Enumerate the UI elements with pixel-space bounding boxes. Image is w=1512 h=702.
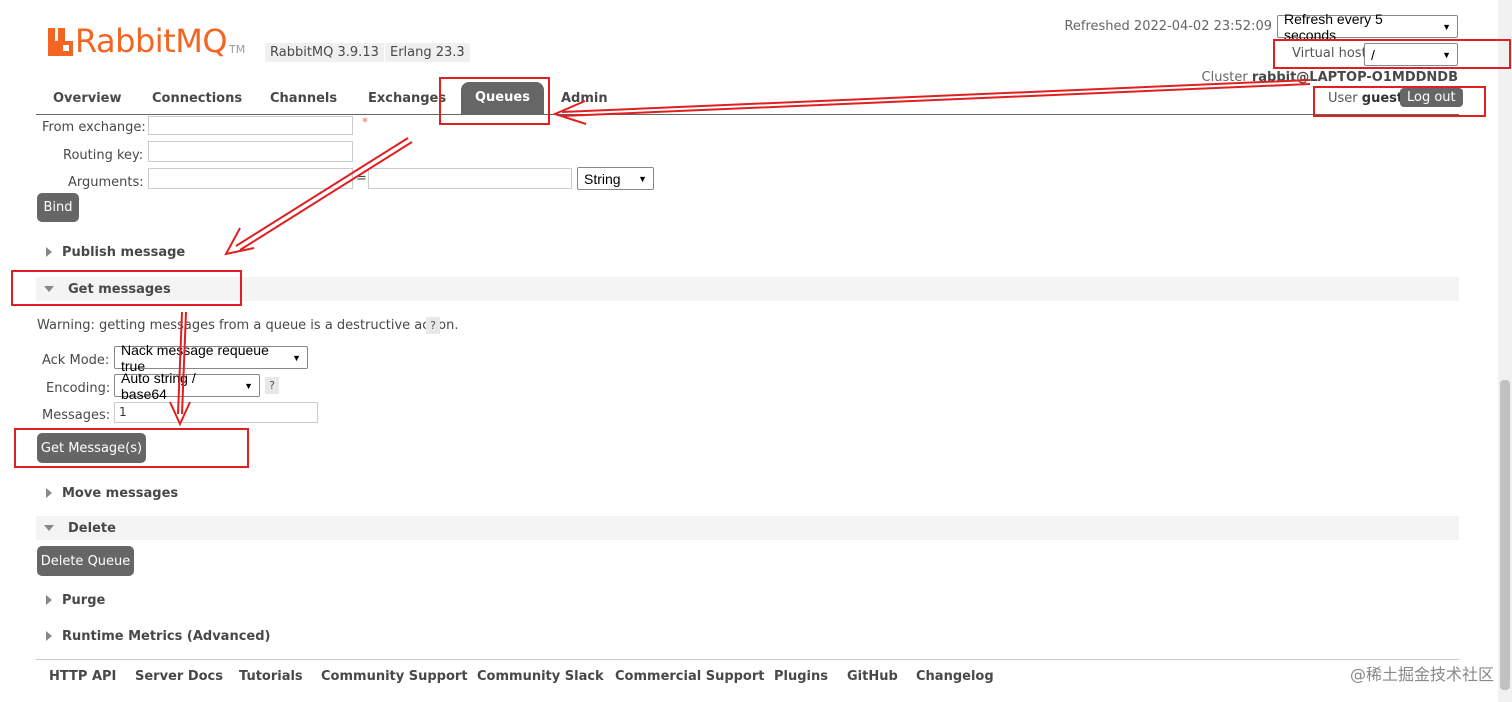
from-exchange-label: From exchange: (42, 120, 146, 135)
section-runtime-metrics[interactable]: Runtime Metrics (Advanced) (36, 624, 1459, 648)
footer-link-plugins[interactable]: Plugins (774, 669, 828, 684)
annotation-box-queues-tab (439, 77, 550, 125)
destructive-warning: Warning: getting messages from a queue i… (37, 318, 459, 333)
chevron-down-icon: ▼ (638, 173, 647, 184)
annotation-box-get-messages (11, 270, 242, 306)
tab-connections[interactable]: Connections (152, 91, 242, 106)
tab-exchanges[interactable]: Exchanges (368, 91, 446, 106)
section-delete[interactable]: Delete (36, 516, 1459, 540)
footer-link-github[interactable]: GitHub (847, 669, 898, 684)
section-publish-message[interactable]: Publish message (36, 240, 1459, 264)
warning-help-icon[interactable]: ? (426, 317, 440, 334)
messages-count-label: Messages: (42, 408, 111, 423)
section-get-messages[interactable]: Get messages (36, 277, 1459, 301)
footer-link-changelog[interactable]: Changelog (916, 669, 994, 684)
section-runtime-metrics-title: Runtime Metrics (Advanced) (62, 628, 271, 644)
scrollbar-thumb[interactable] (1500, 380, 1510, 690)
routing-key-input[interactable] (148, 141, 353, 162)
rabbit-logo-icon (48, 28, 73, 56)
bind-button[interactable]: Bind (37, 193, 79, 222)
chevron-down-icon: ▼ (292, 352, 301, 363)
expand-arrow-icon (46, 595, 52, 605)
rabbitmq-logo[interactable]: RabbitMQ TM (48, 22, 246, 60)
arguments-label: Arguments: (68, 175, 144, 190)
argument-value-input[interactable] (368, 168, 572, 189)
argument-type-select[interactable]: String ▼ (577, 167, 654, 190)
tab-channels[interactable]: Channels (270, 91, 337, 106)
footer-links: HTTP API Server Docs Tutorials Community… (36, 659, 1459, 689)
annotation-box-user (1313, 86, 1486, 117)
expand-arrow-icon (46, 247, 52, 257)
messages-count-input[interactable]: 1 (114, 402, 318, 423)
encoding-label: Encoding: (46, 381, 111, 396)
footer-link-community-slack[interactable]: Community Slack (477, 669, 604, 684)
footer-link-http-api[interactable]: HTTP API (49, 669, 116, 684)
chevron-down-icon: ▼ (244, 380, 253, 391)
required-marker: * (362, 115, 368, 129)
collapse-arrow-icon (44, 525, 54, 531)
argument-key-input[interactable] (148, 168, 353, 189)
expand-arrow-icon (46, 488, 52, 498)
tab-admin[interactable]: Admin (561, 91, 608, 106)
delete-queue-button[interactable]: Delete Queue (37, 546, 134, 576)
section-delete-title: Delete (68, 520, 116, 536)
argument-type-value: String (584, 170, 621, 187)
routing-key-label: Routing key: (63, 148, 144, 163)
equals-sign: = (356, 171, 367, 186)
encoding-value: Auto string / base64 (121, 369, 196, 402)
annotation-box-get-button (14, 428, 249, 468)
section-move-messages[interactable]: Move messages (36, 481, 1459, 505)
rabbitmq-version-badge: RabbitMQ 3.9.13 (265, 43, 384, 62)
ack-mode-select[interactable]: Nack message requeue true ▼ (114, 342, 308, 374)
logo-trademark: TM (229, 43, 246, 56)
refresh-interval-select[interactable]: Refresh every 5 seconds ▼ (1277, 11, 1458, 43)
main-nav: Overview Connections Channels Exchanges … (36, 82, 1459, 115)
annotation-box-virtual-host (1273, 39, 1511, 69)
logo-text: RabbitMQ (75, 22, 228, 60)
refreshed-timestamp: Refreshed 2022-04-02 23:52:09 (1064, 19, 1272, 34)
section-purge-title: Purge (62, 592, 106, 608)
refresh-interval-value: Refresh every 5 seconds (1284, 10, 1383, 43)
expand-arrow-icon (46, 631, 52, 641)
footer-link-commercial-support[interactable]: Commercial Support (615, 669, 765, 684)
encoding-select[interactable]: Auto string / base64 ▼ (114, 370, 260, 402)
section-publish-message-title: Publish message (62, 244, 186, 260)
section-move-messages-title: Move messages (62, 485, 179, 501)
tab-overview[interactable]: Overview (53, 91, 122, 106)
watermark: @稀土掘金技术社区 (1349, 665, 1494, 684)
chevron-down-icon: ▼ (1442, 21, 1451, 32)
from-exchange-input[interactable] (148, 116, 353, 135)
footer-link-tutorials[interactable]: Tutorials (239, 669, 303, 684)
ack-mode-label: Ack Mode: (42, 353, 110, 368)
footer-link-server-docs[interactable]: Server Docs (135, 669, 223, 684)
footer-link-community-support[interactable]: Community Support (321, 669, 468, 684)
erlang-version-badge: Erlang 23.3 (385, 43, 470, 62)
encoding-help-icon[interactable]: ? (265, 377, 279, 394)
section-purge[interactable]: Purge (36, 588, 1459, 612)
